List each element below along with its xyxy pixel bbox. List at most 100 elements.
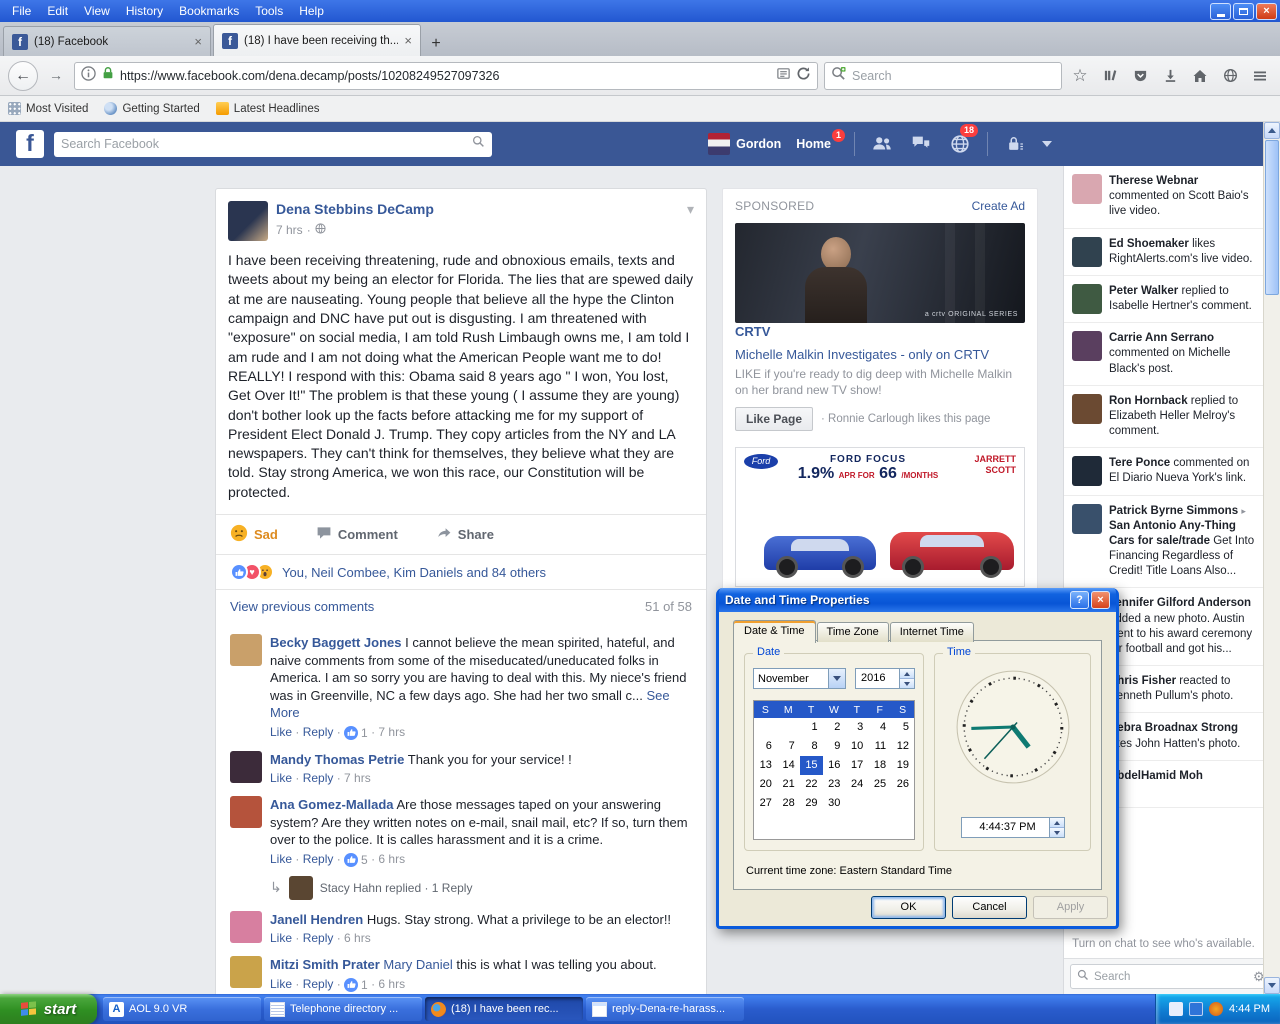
- search-engine-icon[interactable]: [831, 66, 846, 86]
- comment-like-link[interactable]: Like: [270, 931, 292, 945]
- calendar-day-cell[interactable]: 10: [845, 737, 868, 756]
- calendar-day-cell[interactable]: 5: [891, 718, 914, 737]
- apply-button[interactable]: Apply: [1033, 896, 1108, 919]
- library-icon[interactable]: [1098, 64, 1122, 88]
- ticker-name-link[interactable]: Ed Shoemaker: [1109, 238, 1189, 250]
- post-timestamp[interactable]: 7 hrs: [276, 223, 303, 237]
- comment-like-link[interactable]: Like: [270, 977, 292, 991]
- forward-button[interactable]: →: [44, 64, 68, 88]
- comment-like-count[interactable]: 1: [344, 726, 368, 740]
- browser-search-bar[interactable]: [824, 62, 1062, 90]
- calendar-day-cell[interactable]: 17: [845, 756, 868, 775]
- tab-internet-time[interactable]: Internet Time: [890, 622, 974, 642]
- dialog-help-button[interactable]: ?: [1070, 591, 1089, 609]
- calendar-day-cell[interactable]: 12: [891, 737, 914, 756]
- post-author-link[interactable]: Dena Stebbins DeCamp: [276, 201, 434, 217]
- ticker-name-link[interactable]: Jennifer Gilford Anderson: [1109, 597, 1251, 609]
- year-down-arrow[interactable]: [900, 678, 914, 688]
- comment-reply-row[interactable]: ↳Stacy Hahn replied · 1 Reply: [270, 876, 692, 900]
- calendar-day-cell[interactable]: 29: [800, 794, 823, 813]
- year-up-arrow[interactable]: [900, 669, 914, 678]
- create-ad-link[interactable]: Create Ad: [972, 199, 1025, 213]
- calendar-day-cell[interactable]: 2: [823, 718, 846, 737]
- friend-requests-icon[interactable]: [870, 132, 894, 156]
- comment-reply-link[interactable]: Reply: [303, 931, 334, 945]
- commenter-avatar[interactable]: [230, 751, 262, 783]
- facebook-search-bar[interactable]: [54, 132, 492, 157]
- scrollbar-thumb[interactable]: [1265, 140, 1279, 295]
- calendar-day-cell[interactable]: 11: [868, 737, 891, 756]
- tab-close-icon[interactable]: ×: [404, 33, 412, 48]
- calendar-day-cell[interactable]: 16: [823, 756, 846, 775]
- comment-reply-link[interactable]: Reply: [303, 852, 334, 866]
- ticker-name-link[interactable]: Ron Hornback: [1109, 395, 1188, 407]
- tab-facebook[interactable]: f (18) Facebook ×: [3, 26, 211, 56]
- scroll-down-arrow[interactable]: [1264, 977, 1280, 994]
- commenter-name-link[interactable]: Becky Baggett Jones: [270, 635, 402, 650]
- menu-view[interactable]: View: [76, 2, 118, 20]
- comment-like-link[interactable]: Like: [270, 725, 292, 739]
- maximize-button[interactable]: [1233, 3, 1254, 20]
- menu-edit[interactable]: Edit: [39, 2, 76, 20]
- tab-post[interactable]: f (18) I have been receiving th... ×: [213, 24, 421, 56]
- facebook-logo[interactable]: f: [16, 130, 44, 158]
- tray-app-icon[interactable]: [1169, 1002, 1183, 1016]
- advertiser-page-link[interactable]: CRTV: [735, 324, 770, 339]
- calendar-day-cell[interactable]: 22: [800, 775, 823, 794]
- comment-reply-link[interactable]: Reply: [303, 725, 334, 739]
- pocket-icon[interactable]: [1128, 64, 1152, 88]
- ticker-item[interactable]: Therese Webnar commented on Scott Baio's…: [1064, 166, 1263, 229]
- home-link[interactable]: Home 1: [796, 137, 839, 151]
- time-up-arrow[interactable]: [1050, 818, 1064, 827]
- calendar-day-cell[interactable]: 13: [754, 756, 777, 775]
- start-button[interactable]: start: [0, 994, 97, 1024]
- view-previous-comments-link[interactable]: View previous comments: [230, 599, 374, 614]
- ticker-name-link[interactable]: Therese Webnar: [1109, 175, 1198, 187]
- comment-reply-link[interactable]: Reply: [303, 771, 334, 785]
- search-icon[interactable]: [472, 135, 485, 153]
- dialog-close-button[interactable]: ×: [1091, 591, 1110, 609]
- menu-file[interactable]: File: [4, 2, 39, 20]
- new-tab-button[interactable]: +: [423, 32, 449, 56]
- calendar-day-cell[interactable]: 25: [868, 775, 891, 794]
- tab-close-icon[interactable]: ×: [194, 34, 202, 49]
- commenter-avatar[interactable]: [230, 956, 262, 988]
- time-spinner[interactable]: 4:44:37 PM: [961, 817, 1065, 838]
- calendar-day-cell[interactable]: 9: [823, 737, 846, 756]
- year-spinner[interactable]: 2016: [855, 668, 915, 689]
- calendar-day-cell[interactable]: 19: [891, 756, 914, 775]
- ticker-name-link[interactable]: Tere Ponce: [1109, 457, 1170, 469]
- calendar-day-cell[interactable]: 8: [800, 737, 823, 756]
- bookmark-item[interactable]: Getting Started: [104, 102, 199, 115]
- comment-like-link[interactable]: Like: [270, 771, 292, 785]
- time-down-arrow[interactable]: [1050, 827, 1064, 837]
- calendar-day-cell[interactable]: 4: [868, 718, 891, 737]
- facebook-search-input[interactable]: [61, 137, 472, 151]
- tab-date-time[interactable]: Date & Time: [733, 620, 816, 643]
- comment-like-link[interactable]: Like: [270, 852, 292, 866]
- plugins-globe-icon[interactable]: [1218, 64, 1242, 88]
- close-button[interactable]: ×: [1256, 3, 1277, 20]
- taskbar-task[interactable]: AOL 9.0 VR: [103, 997, 261, 1021]
- ticker-group-link[interactable]: San Antonio Any-Thing Cars for sale/trad…: [1109, 520, 1236, 547]
- comment-like-count[interactable]: 1: [344, 978, 368, 992]
- vertical-scrollbar[interactable]: [1263, 122, 1280, 994]
- ticker-item[interactable]: Peter Walker replied to Isabelle Hertner…: [1064, 276, 1263, 323]
- dialog-title-bar[interactable]: Date and Time Properties ? ×: [719, 588, 1116, 612]
- calendar-day-cell[interactable]: 7: [777, 737, 800, 756]
- ticker-name-link[interactable]: Carrie Ann Serrano: [1109, 332, 1214, 344]
- ok-button[interactable]: OK: [871, 896, 946, 919]
- calendar-day-cell[interactable]: 28: [777, 794, 800, 813]
- ticker-name-link[interactable]: AbdelHamid Moh: [1109, 770, 1203, 782]
- bookmark-item[interactable]: Latest Headlines: [216, 102, 320, 115]
- calendar-day-cell[interactable]: 1: [800, 718, 823, 737]
- calendar-day-cell[interactable]: 18: [868, 756, 891, 775]
- like-page-button[interactable]: Like Page: [735, 407, 813, 431]
- calendar-day-cell[interactable]: 14: [777, 756, 800, 775]
- reader-mode-icon[interactable]: [776, 66, 791, 86]
- clock[interactable]: 4:44 PM: [1229, 1003, 1270, 1015]
- menu-help[interactable]: Help: [291, 2, 332, 20]
- share-button[interactable]: Share: [436, 524, 494, 545]
- calendar-day-cell[interactable]: 23: [823, 775, 846, 794]
- calendar-day-cell[interactable]: 21: [777, 775, 800, 794]
